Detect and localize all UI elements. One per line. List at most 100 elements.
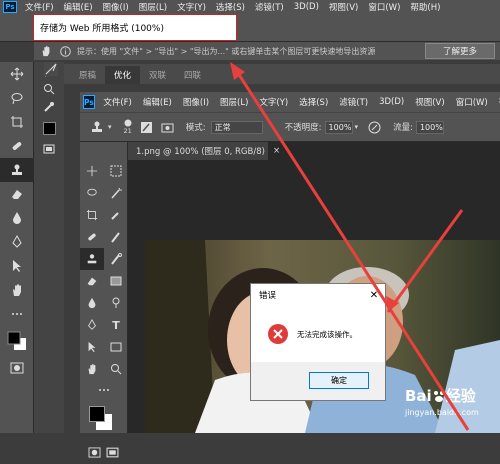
document-tab-label: 1.png @ 100% (图层 0, RGB/8) (136, 147, 265, 157)
menu-filter[interactable]: 滤镜(T) (250, 1, 289, 13)
chevron-down-icon[interactable]: ▾ (108, 123, 112, 131)
menu-select[interactable]: 选择(S) (211, 1, 250, 13)
hand-tool-icon[interactable] (40, 45, 52, 57)
close-icon[interactable]: ✕ (367, 288, 381, 302)
hand-tool-icon[interactable] (0, 278, 34, 302)
error-dialog: 错误 ✕ 无法完成该操作。 确定 (250, 283, 386, 401)
inner-options-bar: ▾ 21 模式: 正常 不透明度: 100% ▾ 流量: 100% (80, 112, 500, 142)
stamp-preset-icon[interactable] (90, 120, 104, 134)
opacity-field[interactable]: 100% (324, 120, 353, 134)
outer-menubar: Ps 文件(F) 编辑(E) 图像(I) 图层(L) 文字(Y) 选择(S) 滤… (0, 0, 500, 14)
inner-menu-window[interactable]: 窗口(W) (450, 96, 493, 108)
eraser-tool-icon[interactable] (0, 182, 34, 206)
brush-tool-icon[interactable] (104, 226, 128, 248)
stamp-tool-icon[interactable] (80, 248, 104, 270)
info-icon (60, 45, 71, 57)
stamp-tool-icon[interactable] (0, 158, 34, 182)
eyedropper-icon[interactable] (104, 204, 128, 226)
outer-tools-panel (0, 62, 34, 433)
quick-mask-icon[interactable] (88, 446, 101, 458)
inner-menu-file[interactable]: 文件(F) (98, 96, 138, 108)
tab-original[interactable]: 原稿 (70, 66, 105, 84)
brush-size-picker[interactable]: 21 (124, 119, 132, 135)
menu-view[interactable]: 视图(V) (324, 1, 363, 13)
menu-3d[interactable]: 3D(D) (289, 2, 324, 12)
marquee-tool-icon[interactable] (104, 160, 128, 182)
hand-tool-icon[interactable] (80, 358, 104, 380)
flow-field[interactable]: 100% (415, 120, 444, 134)
error-dialog-footer: 确定 (251, 362, 385, 400)
tab-4up[interactable]: 四联 (175, 66, 210, 84)
foreground-color-swatch[interactable] (34, 116, 64, 140)
inner-menu-edit[interactable]: 编辑(E) (137, 96, 177, 108)
opacity-chevron-icon[interactable]: ▾ (355, 123, 359, 131)
inner-menu-filter[interactable]: 滤镜(T) (334, 96, 374, 108)
eraser-tool-icon[interactable] (80, 270, 104, 292)
screen-mode-icon[interactable] (34, 140, 64, 158)
clone-source-icon[interactable] (161, 121, 174, 134)
paw-icon (433, 390, 444, 402)
gradient-tool-icon[interactable] (104, 270, 128, 292)
rectangle-tool-icon[interactable] (104, 336, 128, 358)
dodge-tool-icon[interactable] (104, 292, 128, 314)
more-tools-icon[interactable] (0, 302, 34, 326)
blur-tool-icon[interactable] (80, 292, 104, 314)
inner-menu-layer[interactable]: 图层(L) (215, 96, 254, 108)
slice-tool-icon[interactable] (44, 62, 58, 76)
magic-wand-icon[interactable] (104, 182, 128, 204)
path-select-icon[interactable] (0, 254, 34, 278)
color-swatches-icon[interactable] (0, 326, 34, 356)
lasso-tool-icon[interactable] (0, 86, 34, 110)
menu-layer[interactable]: 图层(L) (134, 1, 172, 13)
error-dialog-body: 无法完成该操作。 (251, 306, 385, 362)
brush-panel-icon[interactable] (140, 121, 153, 134)
eyedropper-icon[interactable] (34, 98, 64, 116)
menu-help[interactable]: 帮助(H) (405, 1, 445, 13)
opacity-label: 不透明度: (284, 123, 322, 133)
preview-tabs: 原稿 优化 双联 四联 (64, 64, 500, 84)
crop-tool-icon[interactable] (80, 204, 104, 226)
zoom-tool-icon[interactable] (34, 80, 64, 98)
inner-menu-view[interactable]: 视图(V) (410, 96, 450, 108)
type-tool-icon[interactable]: T (104, 314, 128, 336)
menu-edit[interactable]: 编辑(E) (59, 1, 98, 13)
menu-type[interactable]: 文字(Y) (172, 1, 211, 13)
pen-tool-icon[interactable] (0, 230, 34, 254)
quick-mask-icon[interactable] (0, 356, 34, 380)
error-message: 无法完成该操作。 (297, 329, 357, 339)
healing-brush-icon[interactable] (80, 226, 104, 248)
inner-menu-3d[interactable]: 3D(D) (374, 97, 410, 107)
pen-tool-icon[interactable] (80, 314, 104, 336)
path-select-icon[interactable] (80, 336, 104, 358)
menu-file[interactable]: 文件(F) (20, 1, 59, 13)
inner-menu-help[interactable]: 帮助 (493, 96, 500, 108)
mode-select[interactable]: 正常 (210, 120, 263, 134)
inner-menubar: Ps 文件(F) 编辑(E) 图像(I) 图层(L) 文字(Y) 选择(S) 滤… (80, 92, 500, 112)
zoom-tool-icon[interactable] (104, 358, 128, 380)
history-brush-icon[interactable] (104, 248, 128, 270)
inner-menu-select[interactable]: 选择(S) (294, 96, 334, 108)
tab-2up[interactable]: 双联 (140, 66, 175, 84)
move-tool-icon[interactable] (80, 160, 104, 182)
pressure-opacity-icon[interactable] (368, 121, 381, 134)
save-for-web-title: 存储为 Web 所用格式 (100%) (33, 14, 237, 41)
tab-optimized[interactable]: 优化 (105, 66, 141, 84)
inner-menu-image[interactable]: 图像(I) (177, 96, 214, 108)
lasso-tool-icon[interactable] (80, 182, 104, 204)
ok-button[interactable]: 确定 (309, 372, 369, 389)
healing-brush-icon[interactable] (0, 134, 34, 158)
move-tool-icon[interactable] (0, 62, 34, 86)
info-text: 提示：使用 "文件" > "导出" > "导出为..." 或右键单击某个图层可更… (77, 46, 376, 56)
inner-ps-logo: Ps (83, 95, 95, 109)
menu-image[interactable]: 图像(I) (98, 1, 134, 13)
color-swatches-icon[interactable] (80, 400, 127, 440)
inner-menu-type[interactable]: 文字(Y) (254, 96, 294, 108)
screen-mode-icon[interactable] (106, 447, 119, 458)
menu-window[interactable]: 窗口(W) (363, 1, 405, 13)
blur-tool-icon[interactable] (0, 206, 34, 230)
crop-tool-icon[interactable] (0, 110, 34, 134)
close-tab-icon[interactable]: × (273, 146, 280, 156)
document-tab[interactable]: 1.png @ 100% (图层 0, RGB/8) × (128, 142, 280, 160)
more-tools-icon[interactable] (80, 380, 127, 400)
learn-more-button[interactable]: 了解更多 (425, 43, 495, 59)
